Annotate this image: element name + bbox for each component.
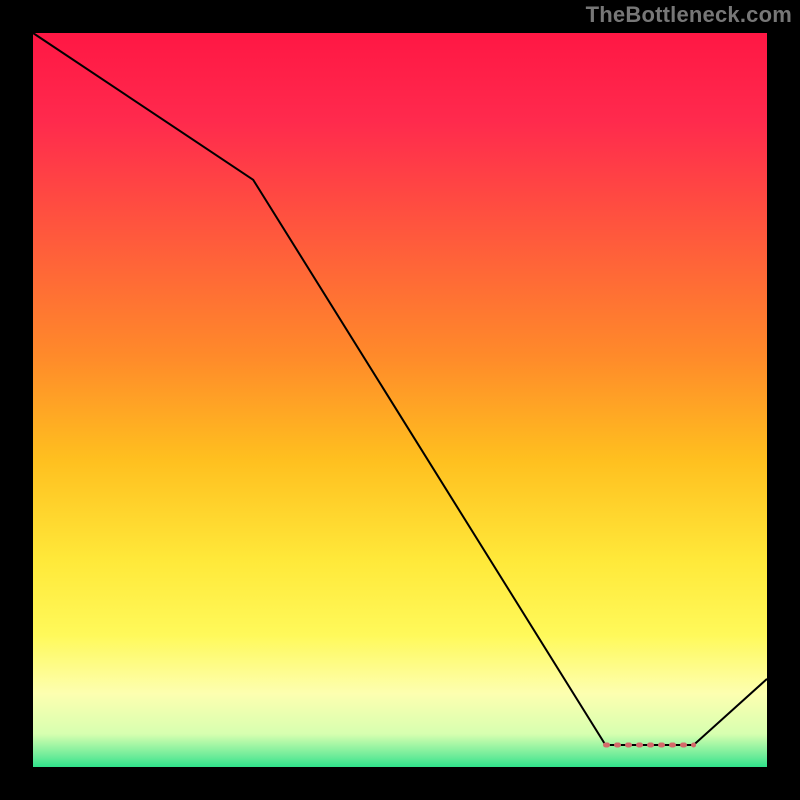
bottleneck-chart (0, 0, 800, 800)
chart-container: TheBottleneck.com (0, 0, 800, 800)
chart-background (33, 33, 767, 767)
